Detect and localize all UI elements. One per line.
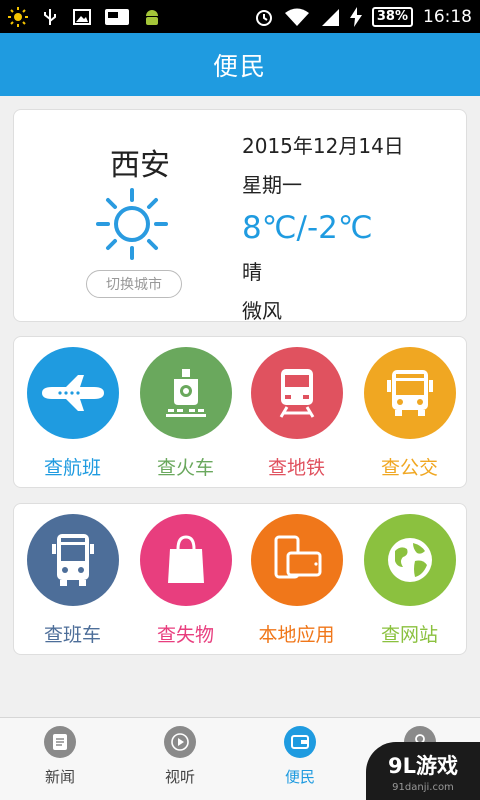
watermark-logo: 9L游戏 bbox=[388, 753, 458, 778]
service-lost-found[interactable]: 查失物 bbox=[130, 514, 241, 650]
service-label: 本地应用 bbox=[258, 624, 335, 646]
nav-tab-convenience[interactable]: 便民 bbox=[250, 726, 350, 787]
news-icon bbox=[44, 726, 76, 758]
nav-label: 便民 bbox=[284, 768, 315, 786]
page-title: 便民 bbox=[212, 51, 267, 81]
coach-icon bbox=[26, 514, 119, 606]
city-name: 西安 bbox=[110, 148, 170, 183]
weather-card: 西安 切换城市 2015年12月14日 星期一 8℃/-2℃ 晴 微风 bbox=[13, 109, 467, 324]
weather-condition: 晴 bbox=[242, 260, 262, 284]
airplane-icon bbox=[26, 347, 119, 439]
image-icon bbox=[73, 8, 91, 25]
app-bar: 便民 bbox=[0, 33, 480, 96]
service-label: 查班车 bbox=[43, 624, 101, 646]
clock: 16:18 bbox=[423, 6, 472, 27]
weather-date: 2015年12月14日 bbox=[242, 134, 404, 158]
switch-city-button[interactable]: 切换城市 bbox=[86, 270, 182, 298]
globe-icon bbox=[363, 514, 456, 606]
service-coach[interactable]: 查班车 bbox=[17, 514, 128, 650]
service-train[interactable]: 查火车 bbox=[130, 347, 241, 483]
service-label: 查网站 bbox=[380, 624, 438, 646]
bus-icon bbox=[363, 347, 456, 439]
service-subway[interactable]: 查地铁 bbox=[241, 347, 352, 483]
nav-tab-video[interactable]: 视听 bbox=[130, 726, 230, 787]
site-watermark: 9L游戏 91danji.com bbox=[366, 742, 480, 800]
alarm-icon bbox=[255, 9, 272, 26]
service-local-apps[interactable]: 本地应用 bbox=[241, 514, 352, 650]
services-grid-row-1: 查航班 查火车 查地铁 查公交 bbox=[13, 336, 467, 488]
service-website[interactable]: 查网站 bbox=[354, 514, 465, 650]
weather-wind: 微风 bbox=[242, 299, 282, 323]
service-label: 查失物 bbox=[156, 624, 214, 646]
usb-icon bbox=[44, 8, 56, 25]
sun-icon bbox=[96, 188, 168, 260]
weather-weekday: 星期一 bbox=[242, 173, 302, 197]
weather-sun-notification-icon bbox=[8, 6, 28, 27]
watermark-url: 91danji.com bbox=[392, 781, 454, 793]
nav-label: 视听 bbox=[164, 768, 195, 786]
charging-icon bbox=[349, 6, 362, 27]
weather-info: 2015年12月14日 星期一 8℃/-2℃ 晴 微风 bbox=[242, 130, 404, 324]
wifi-icon bbox=[284, 8, 309, 26]
wallet-icon bbox=[284, 726, 316, 758]
signal-icon bbox=[321, 8, 339, 26]
service-bus[interactable]: 查公交 bbox=[354, 347, 465, 483]
android-icon bbox=[146, 9, 158, 25]
weather-temperature: 8℃/-2℃ bbox=[242, 210, 373, 246]
train-icon bbox=[139, 347, 232, 439]
subway-icon bbox=[250, 347, 343, 439]
nav-tab-news[interactable]: 新闻 bbox=[10, 726, 110, 787]
mobile-apps-icon bbox=[250, 514, 343, 606]
screen-notification-icon bbox=[105, 8, 129, 25]
play-icon bbox=[164, 726, 196, 758]
nav-label: 新闻 bbox=[44, 768, 75, 786]
services-grid-row-2: 查班车 查失物 本地应用 查网站 bbox=[13, 503, 467, 655]
service-label: 查航班 bbox=[43, 457, 101, 479]
service-label: 查火车 bbox=[156, 457, 214, 479]
service-label: 查公交 bbox=[380, 457, 438, 479]
battery-level: 38% bbox=[371, 6, 413, 27]
service-label: 查地铁 bbox=[267, 457, 325, 479]
service-flight[interactable]: 查航班 bbox=[17, 347, 128, 483]
shopping-bag-icon bbox=[139, 514, 232, 606]
status-bar: 38% 16:18 bbox=[0, 0, 480, 33]
